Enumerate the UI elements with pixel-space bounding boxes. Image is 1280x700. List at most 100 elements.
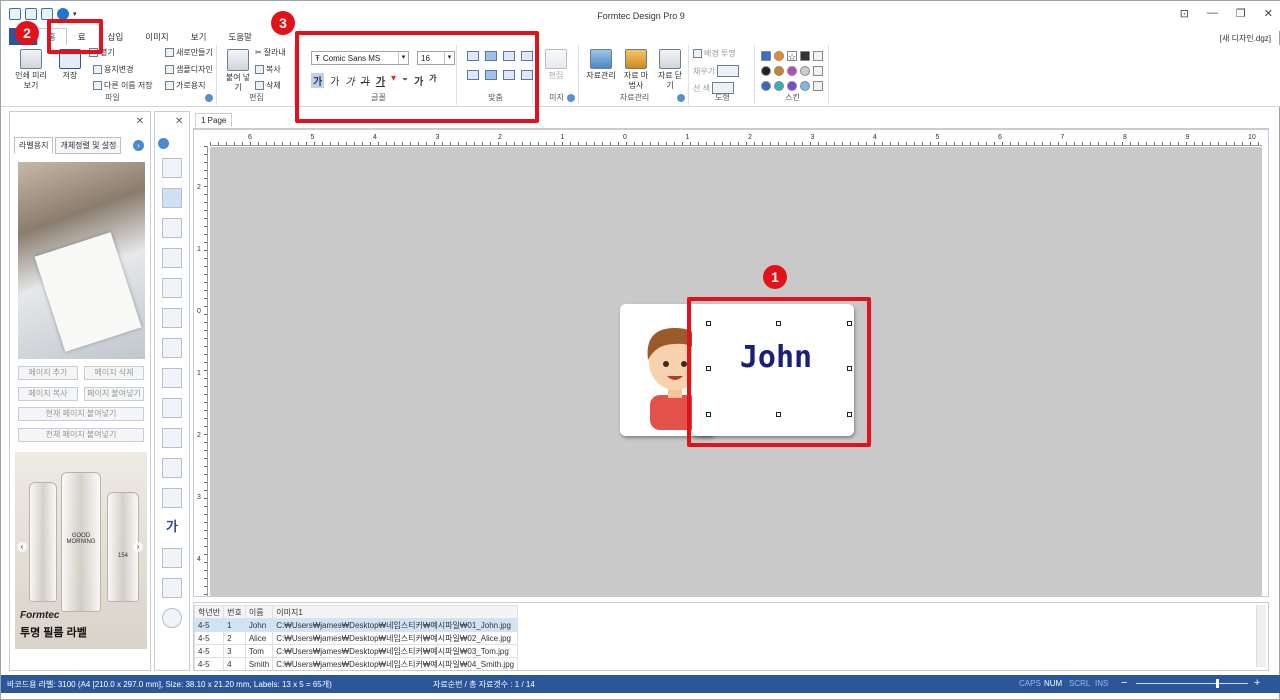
zoom-slider[interactable] bbox=[1136, 679, 1248, 688]
cell[interactable]: 4 bbox=[223, 657, 246, 670]
cell[interactable]: C:₩Users₩james₩Desktop₩네임스티커₩예시파일₩02_Ali… bbox=[272, 631, 519, 645]
copy-page-button[interactable]: 페이지 복사 bbox=[18, 387, 78, 401]
skin-amber-icon[interactable] bbox=[774, 66, 784, 76]
skin-black-icon[interactable] bbox=[761, 66, 771, 76]
skin-more-icon[interactable] bbox=[813, 81, 823, 91]
cell[interactable]: C:₩Users₩james₩Desktop₩네임스티커₩예시파일₩03_Tom… bbox=[272, 644, 519, 658]
save-as-button[interactable]: 다른 이름 저장 bbox=[93, 80, 153, 91]
cell[interactable]: Tom bbox=[244, 644, 274, 658]
page-tab[interactable]: 1 Page bbox=[195, 113, 233, 127]
skin-sky-icon[interactable] bbox=[800, 81, 810, 91]
data-close-button[interactable]: 자료 닫기 bbox=[655, 49, 685, 91]
carousel-next-icon[interactable]: › bbox=[133, 542, 143, 552]
skin-orange-icon[interactable] bbox=[774, 51, 784, 61]
cell[interactable]: Alice bbox=[244, 631, 274, 645]
new-button[interactable]: 새로만들기 bbox=[165, 47, 213, 58]
skin-blue-icon[interactable] bbox=[761, 51, 771, 61]
add-page-button[interactable]: 페이지 추가 bbox=[18, 366, 78, 380]
carousel-prev-icon[interactable]: ‹ bbox=[17, 542, 27, 552]
image-group-launcher-icon[interactable] bbox=[567, 94, 575, 102]
text-tool-icon[interactable]: 가 bbox=[162, 518, 182, 538]
vertical-text-tool-icon[interactable] bbox=[162, 218, 182, 238]
skin-scroll-up-icon[interactable] bbox=[813, 51, 823, 61]
tab-object-align[interactable]: 개체정렬 및 설정 bbox=[55, 137, 122, 154]
tab-image[interactable]: 이미지 bbox=[134, 28, 179, 45]
table-row[interactable]: 4-5 1 John C:₩Users₩james₩Desktop₩네임스티커₩… bbox=[194, 618, 519, 632]
zoom-in-button[interactable]: + bbox=[1254, 677, 1260, 689]
background-tool-icon[interactable] bbox=[162, 578, 182, 598]
person-image-tool-icon[interactable] bbox=[162, 428, 182, 448]
splitter-grip[interactable]: ···· bbox=[719, 603, 731, 607]
data-manage-button[interactable]: 자료관리 bbox=[585, 49, 617, 81]
paste-current-page-button[interactable]: 현재 페이지 붙여넣기 bbox=[18, 407, 144, 421]
change-paper-button[interactable]: 용지변경 bbox=[93, 64, 133, 75]
skin-gray-icon[interactable] bbox=[800, 66, 810, 76]
select-tool-icon[interactable] bbox=[162, 158, 182, 178]
skin-star2-icon[interactable] bbox=[761, 81, 771, 91]
transparent-bg-checkbox[interactable]: 배경 투명 bbox=[693, 48, 736, 59]
minimize-button[interactable]: — bbox=[1207, 7, 1218, 20]
restore-button[interactable]: ❐ bbox=[1236, 7, 1246, 20]
cell[interactable]: C:₩Users₩james₩Desktop₩네임스티커₩예시파일₩01_Joh… bbox=[272, 618, 519, 632]
cell[interactable]: Smith bbox=[244, 657, 274, 670]
next-arrow-icon[interactable]: › bbox=[133, 140, 144, 151]
ribbon-display-icon[interactable]: ⊡ bbox=[1180, 7, 1189, 20]
cell[interactable]: 4-5 bbox=[194, 657, 225, 670]
tab-help[interactable]: 도움말 bbox=[217, 28, 262, 45]
skin-dark-icon[interactable] bbox=[800, 51, 810, 61]
cross-tool-icon[interactable] bbox=[162, 188, 182, 208]
skin-violet-icon[interactable] bbox=[787, 66, 797, 76]
cell[interactable]: 1 bbox=[223, 618, 246, 632]
table-row[interactable]: 4-5 3 Tom C:₩Users₩james₩Desktop₩네임스티커₩예… bbox=[194, 644, 519, 658]
text-box-tool-icon[interactable] bbox=[162, 248, 182, 268]
skin-teal-icon[interactable] bbox=[774, 81, 784, 91]
data-wizard-button[interactable]: 자료 마법사 bbox=[621, 49, 651, 91]
skin-star-icon[interactable]: ☆ bbox=[787, 51, 797, 62]
serial-barcode-tool-icon[interactable] bbox=[162, 398, 182, 418]
cell[interactable]: 2 bbox=[223, 631, 246, 645]
zoom-out-button[interactable]: − bbox=[1121, 677, 1127, 689]
table-tool-icon[interactable] bbox=[162, 458, 182, 478]
skin-purple-icon[interactable] bbox=[787, 81, 797, 91]
delete-page-button[interactable]: 페이지 삭제 bbox=[84, 366, 144, 380]
print-preview-button[interactable]: 인쇄 미리보기 bbox=[13, 49, 49, 91]
paste-all-pages-button[interactable]: 전체 페이지 붙여넣기 bbox=[18, 428, 144, 442]
cell[interactable]: C:₩Users₩james₩Desktop₩네임스티커₩예시파일₩04_Smi… bbox=[272, 657, 519, 670]
delete-button[interactable]: 삭제 bbox=[255, 80, 281, 91]
cell[interactable]: 4-5 bbox=[194, 618, 225, 632]
landscape-button[interactable]: 가로용지 bbox=[165, 80, 205, 91]
zoom-thumb[interactable] bbox=[1216, 679, 1219, 688]
table-row[interactable]: 4-5 4 Smith C:₩Users₩james₩Desktop₩네임스티커… bbox=[194, 657, 519, 670]
paste-page-button[interactable]: 페이지 붙여넣기 bbox=[84, 387, 144, 401]
fill-color-picker[interactable]: 채우기 bbox=[693, 65, 740, 77]
col-number[interactable]: 번호 bbox=[223, 605, 246, 619]
sample-design-button[interactable]: 샘플디자인 bbox=[165, 64, 213, 75]
copy-button[interactable]: 복사 bbox=[255, 64, 281, 75]
col-class[interactable]: 학년반 bbox=[194, 605, 225, 619]
close-icon[interactable]: ✕ bbox=[136, 116, 144, 127]
close-button[interactable]: ✕ bbox=[1264, 7, 1273, 20]
skin-scroll-down-icon[interactable] bbox=[813, 66, 823, 76]
image-edit-button[interactable]: 편집 bbox=[543, 49, 569, 81]
barcode-tool-icon[interactable] bbox=[162, 368, 182, 388]
file-group-launcher-icon[interactable] bbox=[205, 94, 213, 102]
image-tool-icon[interactable] bbox=[162, 548, 182, 568]
text-effect-tool-icon[interactable] bbox=[162, 308, 182, 328]
prev-arrow-icon[interactable] bbox=[158, 138, 169, 149]
variable-text-tool-icon[interactable] bbox=[162, 278, 182, 298]
disc-tool-icon[interactable] bbox=[162, 608, 182, 628]
cell[interactable]: 4-5 bbox=[194, 631, 225, 645]
col-image[interactable]: 이미지1 bbox=[272, 605, 519, 619]
paste-button[interactable]: 붙여 넣기 bbox=[225, 49, 251, 93]
cell[interactable]: 3 bbox=[223, 644, 246, 658]
cell[interactable]: 4-5 bbox=[194, 644, 225, 658]
cut-button[interactable]: ✂ 잘라내 bbox=[255, 47, 286, 58]
data-group-launcher-icon[interactable] bbox=[677, 94, 685, 102]
qrcode-tool-icon[interactable] bbox=[162, 338, 182, 358]
cell[interactable]: John bbox=[244, 618, 274, 632]
list-tool-icon[interactable] bbox=[162, 488, 182, 508]
close-icon[interactable]: ✕ bbox=[175, 116, 183, 127]
table-row[interactable]: 4-5 2 Alice C:₩Users₩james₩Desktop₩네임스티커… bbox=[194, 631, 519, 645]
tab-label-paper[interactable]: 라벨용지 bbox=[14, 137, 54, 154]
col-name[interactable]: 이름 bbox=[244, 605, 274, 619]
